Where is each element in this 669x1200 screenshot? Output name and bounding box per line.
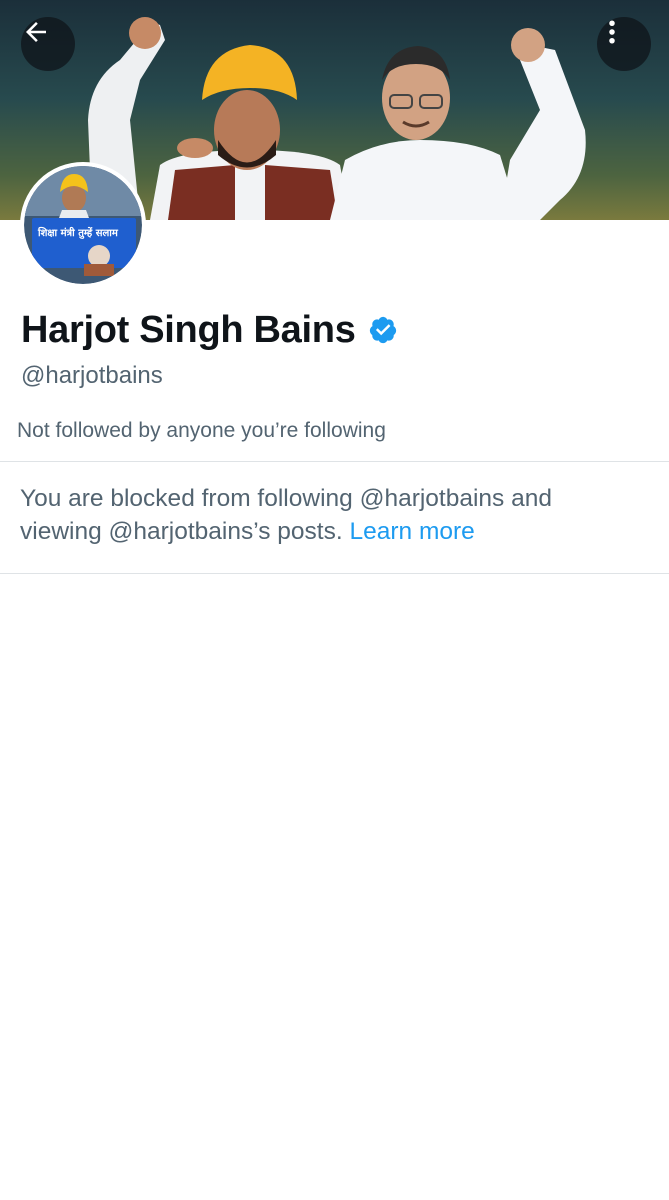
profile-name-row: Harjot Singh Bains: [21, 308, 398, 352]
more-options-button[interactable]: [597, 17, 651, 71]
more-vertical-icon: [609, 20, 615, 44]
avatar[interactable]: शिक्षा मंत्री तुम्हें सलाम: [20, 162, 146, 288]
blocked-notice: You are blocked from following @harjotba…: [20, 482, 640, 548]
avatar-banner-text: शिक्षा मंत्री तुम्हें सलाम: [37, 226, 119, 239]
divider: [0, 573, 669, 574]
verified-badge-icon[interactable]: [368, 315, 398, 345]
banner-figure-right: [330, 28, 586, 220]
learn-more-link[interactable]: Learn more: [349, 518, 474, 545]
avatar-image: शिक्षा मंत्री तुम्हें सलाम: [24, 166, 142, 284]
followers-you-know[interactable]: Not followed by anyone you’re following: [17, 419, 386, 443]
display-name: Harjot Singh Bains: [21, 309, 356, 351]
arrow-left-icon: [26, 22, 46, 42]
back-button[interactable]: [21, 17, 75, 71]
profile-handle: @harjotbains: [21, 362, 163, 389]
divider: [0, 461, 669, 462]
